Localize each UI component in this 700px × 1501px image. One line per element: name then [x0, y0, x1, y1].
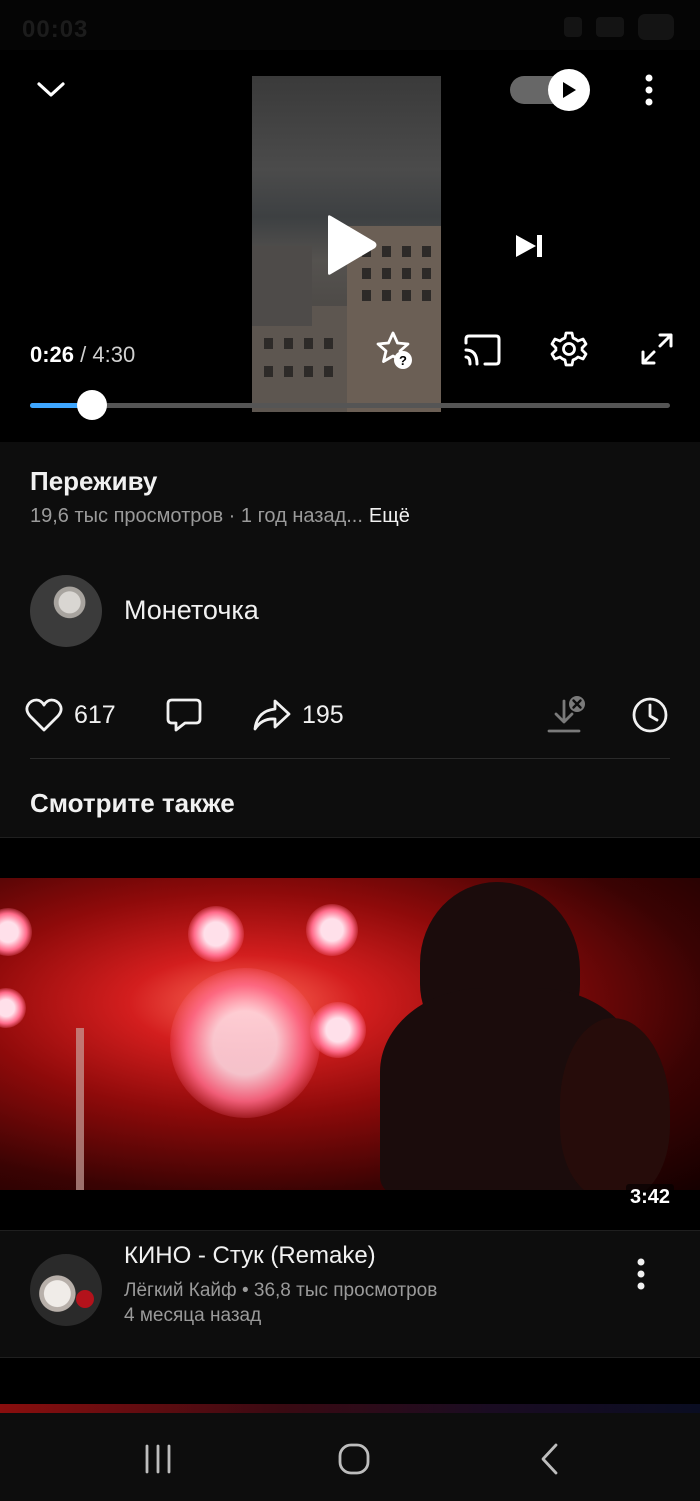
- share-button[interactable]: 195: [252, 690, 344, 740]
- play-icon: [563, 82, 576, 98]
- recommended-video-meta: Лёгкий Кайф • 36,8 тыс просмотров: [124, 1280, 438, 1301]
- share-count: 195: [302, 700, 344, 729]
- recommended-video-thumbnail[interactable]: 3:42: [0, 838, 700, 1230]
- status-icons: [564, 14, 674, 40]
- system-nav-bar: [0, 1413, 700, 1501]
- cast-button[interactable]: [460, 328, 504, 372]
- time-separator: /: [80, 342, 87, 367]
- play-button[interactable]: [316, 210, 386, 280]
- collapse-button[interactable]: [26, 72, 76, 108]
- section-title: Смотрите также: [30, 788, 235, 818]
- more-vertical-icon: [637, 1258, 645, 1290]
- autoplay-knob: [548, 69, 590, 111]
- rate-button[interactable]: ?: [372, 328, 416, 372]
- current-time: 0:26: [30, 342, 75, 367]
- comment-button[interactable]: [164, 690, 204, 740]
- recents-icon: [145, 1444, 171, 1474]
- divider: [30, 758, 670, 759]
- video-player[interactable]: 0:26 / 4:30 ?: [0, 50, 700, 442]
- gear-icon: [550, 331, 588, 367]
- fullscreen-button[interactable]: [634, 326, 680, 372]
- wifi-icon: [596, 17, 624, 37]
- svg-text:?: ?: [399, 353, 407, 368]
- progress-bar[interactable]: [30, 390, 670, 420]
- video-meta[interactable]: 19,6 тыс просмотров · 1 год назад... Ещё: [30, 505, 410, 528]
- more-vertical-icon: [645, 74, 653, 106]
- play-icon: [328, 215, 377, 275]
- next-button[interactable]: [506, 226, 552, 266]
- next-recommended-video-thumbnail[interactable]: [0, 1358, 700, 1413]
- like-button[interactable]: 617: [24, 690, 116, 740]
- clock-icon: [632, 697, 668, 733]
- watch-later-button[interactable]: [630, 690, 670, 740]
- more-options-button[interactable]: [630, 70, 668, 110]
- star-question-icon: ?: [376, 331, 412, 369]
- back-button[interactable]: [520, 1437, 580, 1481]
- comment-icon: [166, 698, 202, 732]
- recommended-video-date: 4 месяца назад: [124, 1305, 262, 1326]
- recommended-video-title[interactable]: КИНО - Стук (Remake): [124, 1242, 376, 1270]
- home-button[interactable]: [324, 1437, 384, 1481]
- action-bar: 617 195: [0, 690, 700, 740]
- autoplay-toggle[interactable]: [510, 69, 590, 111]
- battery-icon: [638, 14, 674, 40]
- recommended-channel-avatar[interactable]: [30, 1254, 102, 1326]
- download-button[interactable]: [546, 690, 588, 740]
- video-title: Переживу: [30, 466, 158, 496]
- heart-icon: [25, 698, 63, 732]
- skip-next-icon: [516, 235, 542, 257]
- chevron-down-icon: [37, 82, 65, 97]
- settings-button[interactable]: [546, 326, 592, 372]
- video-duration-badge: 3:42: [625, 1184, 674, 1211]
- divider: [0, 1230, 700, 1231]
- channel-avatar[interactable]: [30, 575, 102, 647]
- download-disabled-icon: [547, 696, 585, 733]
- fullscreen-icon: [641, 333, 673, 365]
- progress-thumb[interactable]: [77, 390, 108, 420]
- cast-icon: [464, 334, 501, 366]
- thumbnail-image: [0, 878, 700, 1190]
- channel-name[interactable]: Монеточка: [124, 595, 259, 626]
- share-icon: [253, 699, 291, 731]
- more-link[interactable]: Ещё: [369, 505, 410, 527]
- recents-button[interactable]: [128, 1437, 188, 1481]
- recommended-video-menu-button[interactable]: [626, 1256, 656, 1292]
- back-icon: [541, 1443, 558, 1475]
- status-time: 00:03: [22, 16, 89, 43]
- mute-icon: [564, 17, 582, 37]
- like-count: 617: [74, 700, 116, 729]
- duration: 4:30: [92, 342, 136, 367]
- video-meta-text: 19,6 тыс просмотров · 1 год назад...: [30, 505, 363, 527]
- time-readout: 0:26 / 4:30: [30, 342, 135, 368]
- status-bar: 00:03: [0, 0, 700, 50]
- home-icon: [338, 1443, 370, 1475]
